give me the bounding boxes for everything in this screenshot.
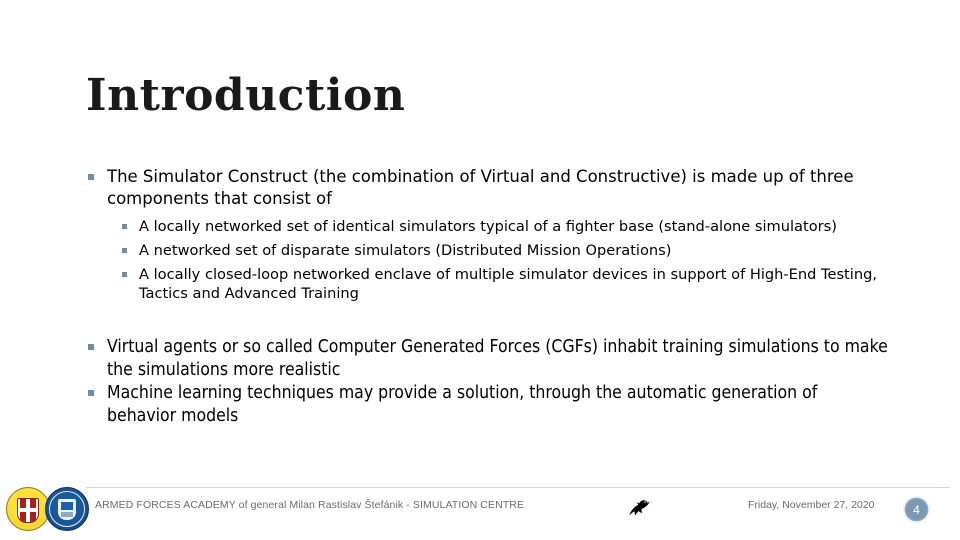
page-title: Introduction — [86, 70, 406, 121]
slide-body: The Simulator Construct (the combination… — [88, 166, 888, 427]
bullet-item: Machine learning techniques may provide … — [88, 382, 888, 427]
sub-bullet-item: A locally networked set of identical sim… — [122, 217, 888, 236]
sub-bullet-text: A locally networked set of identical sim… — [139, 218, 837, 235]
shield-bar — [18, 508, 38, 512]
bullet-marker-icon — [88, 174, 94, 180]
footer-divider — [86, 487, 950, 488]
sub-bullet-text: A locally closed-loop networked enclave … — [139, 266, 877, 302]
shield-shape — [58, 499, 76, 520]
footer-date: Friday, November 27, 2020 — [748, 499, 875, 511]
page-number-badge: 4 — [903, 496, 930, 523]
bullet-text: Machine learning techniques may provide … — [107, 383, 818, 426]
bullet-marker-icon — [122, 224, 127, 229]
shield-shape — [17, 498, 39, 523]
footer-organization: ARMED FORCES ACADEMY of general Milan Ra… — [95, 499, 525, 511]
footer-logos — [4, 486, 89, 532]
shield-foot — [61, 512, 73, 517]
bullet-marker-icon — [88, 344, 94, 350]
bird-icon — [626, 496, 656, 518]
bullet-marker-icon — [122, 272, 127, 277]
slide: Introduction The Simulator Construct (th… — [0, 0, 960, 540]
bullet-marker-icon — [88, 390, 94, 396]
bullet-item: The Simulator Construct (the combination… — [88, 166, 888, 209]
sub-bullet-item: A locally closed-loop networked enclave … — [122, 265, 888, 303]
bullet-item: Virtual agents or so called Computer Gen… — [88, 336, 888, 381]
bullet-text: The Simulator Construct (the combination… — [107, 167, 854, 208]
academy-gold-emblem-icon — [6, 487, 50, 531]
simulation-centre-blue-emblem-icon — [45, 487, 89, 531]
bullet-marker-icon — [122, 248, 127, 253]
sub-bullet-text: A networked set of disparate simulators … — [139, 242, 672, 259]
sub-bullet-list: A locally networked set of identical sim… — [88, 217, 888, 303]
bullet-text: Virtual agents or so called Computer Gen… — [107, 337, 888, 380]
shield-inner — [61, 502, 73, 510]
sub-bullet-item: A networked set of disparate simulators … — [122, 241, 888, 260]
